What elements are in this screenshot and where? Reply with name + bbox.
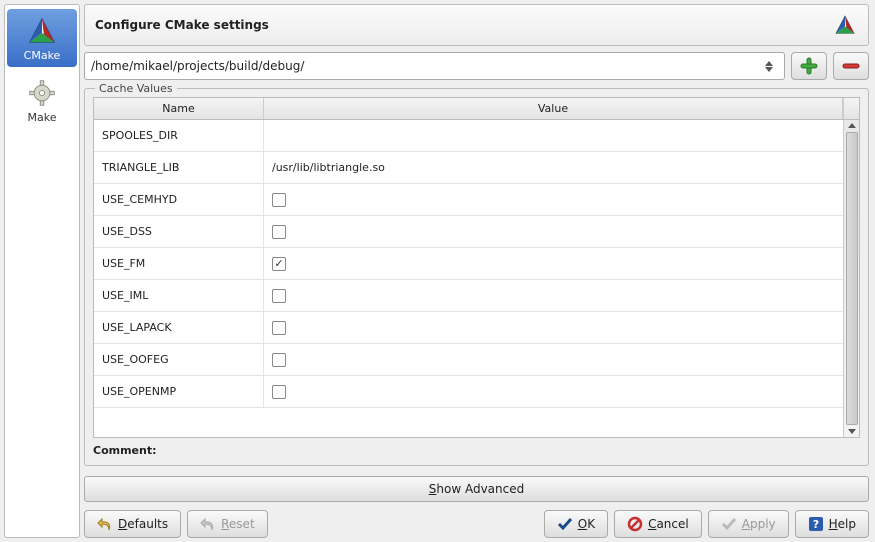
scroll-thumb[interactable]: [846, 132, 858, 425]
column-header-name[interactable]: Name: [94, 98, 264, 119]
table-row[interactable]: USE_CEMHYD: [94, 184, 843, 216]
build-path-text: /home/mikael/projects/build/debug/: [91, 59, 760, 73]
cache-var-value[interactable]: [264, 312, 843, 343]
table-header: Name Value: [94, 98, 859, 120]
scroll-up-icon[interactable]: [848, 123, 856, 128]
sidebar: CMake Make: [4, 4, 80, 538]
cancel-button[interactable]: Cancel: [614, 510, 702, 538]
cache-var-name: USE_IML: [94, 280, 264, 311]
table-row[interactable]: USE_LAPACK: [94, 312, 843, 344]
cache-var-name: USE_DSS: [94, 216, 264, 247]
gear-icon: [26, 77, 58, 109]
checkbox[interactable]: [272, 385, 286, 399]
scrollbar[interactable]: [843, 120, 859, 437]
table-row[interactable]: SPOOLES_DIR: [94, 120, 843, 152]
plus-icon: [799, 56, 819, 76]
sidebar-item-label: CMake: [24, 49, 61, 62]
column-header-value[interactable]: Value: [264, 98, 843, 119]
cache-var-value[interactable]: [264, 248, 843, 279]
cache-var-value[interactable]: [264, 120, 843, 151]
build-path-row: /home/mikael/projects/build/debug/: [84, 52, 869, 80]
table-row[interactable]: USE_FM: [94, 248, 843, 280]
cmake-icon: [26, 15, 58, 47]
table-body: SPOOLES_DIRTRIANGLE_LIB/usr/lib/libtrian…: [94, 120, 843, 437]
cache-var-value[interactable]: [264, 376, 843, 407]
spinner-icon[interactable]: [760, 61, 778, 72]
cache-var-value[interactable]: [264, 184, 843, 215]
build-path-combo[interactable]: /home/mikael/projects/build/debug/: [84, 52, 785, 80]
cache-var-name: USE_CEMHYD: [94, 184, 264, 215]
cache-values-group: Cache Values Name Value SPOOLES_DIRTRIAN…: [84, 88, 869, 466]
checkbox[interactable]: [272, 193, 286, 207]
help-icon: ?: [808, 516, 824, 532]
cmake-logo-icon: [832, 12, 858, 38]
header: Configure CMake settings: [84, 4, 869, 46]
page-title: Configure CMake settings: [95, 18, 269, 32]
checkbox[interactable]: [272, 321, 286, 335]
remove-button[interactable]: [833, 52, 869, 80]
cancel-icon: [627, 516, 643, 532]
reset-button[interactable]: Reset: [187, 510, 268, 538]
sidebar-item-label: Make: [28, 111, 57, 124]
footer: Defaults Reset OK Cancel: [84, 510, 869, 538]
undo-icon: [97, 516, 113, 532]
cache-var-name: USE_LAPACK: [94, 312, 264, 343]
cache-var-name: USE_FM: [94, 248, 264, 279]
help-button[interactable]: ? Help: [795, 510, 869, 538]
table-row[interactable]: USE_OPENMP: [94, 376, 843, 408]
sidebar-item-make[interactable]: Make: [7, 71, 77, 129]
table-row[interactable]: USE_IML: [94, 280, 843, 312]
reset-icon: [200, 516, 216, 532]
ok-button[interactable]: OK: [544, 510, 608, 538]
cache-values-legend: Cache Values: [95, 82, 177, 95]
table-row[interactable]: TRIANGLE_LIB/usr/lib/libtriangle.so: [94, 152, 843, 184]
defaults-button[interactable]: Defaults: [84, 510, 181, 538]
add-button[interactable]: [791, 52, 827, 80]
comment-label: Comment:: [93, 444, 860, 457]
table-row[interactable]: USE_OOFEG: [94, 344, 843, 376]
checkbox[interactable]: [272, 289, 286, 303]
scroll-down-icon[interactable]: [848, 429, 856, 434]
svg-text:?: ?: [812, 518, 818, 531]
check-icon: [721, 516, 737, 532]
minus-icon: [841, 56, 861, 76]
table-row[interactable]: USE_DSS: [94, 216, 843, 248]
show-advanced-button[interactable]: Show Advanced: [84, 476, 869, 502]
check-icon: [557, 516, 573, 532]
checkbox[interactable]: [272, 257, 286, 271]
sidebar-item-cmake[interactable]: CMake: [7, 9, 77, 67]
cache-var-value[interactable]: [264, 280, 843, 311]
apply-button[interactable]: Apply: [708, 510, 789, 538]
cache-var-value[interactable]: [264, 344, 843, 375]
cache-var-value[interactable]: [264, 216, 843, 247]
checkbox[interactable]: [272, 353, 286, 367]
cache-table: Name Value SPOOLES_DIRTRIANGLE_LIB/usr/l…: [93, 97, 860, 438]
cache-var-name: SPOOLES_DIR: [94, 120, 264, 151]
checkbox[interactable]: [272, 225, 286, 239]
cache-var-name: TRIANGLE_LIB: [94, 152, 264, 183]
cache-var-value[interactable]: /usr/lib/libtriangle.so: [264, 152, 843, 183]
cache-var-name: USE_OOFEG: [94, 344, 264, 375]
cache-var-name: USE_OPENMP: [94, 376, 264, 407]
